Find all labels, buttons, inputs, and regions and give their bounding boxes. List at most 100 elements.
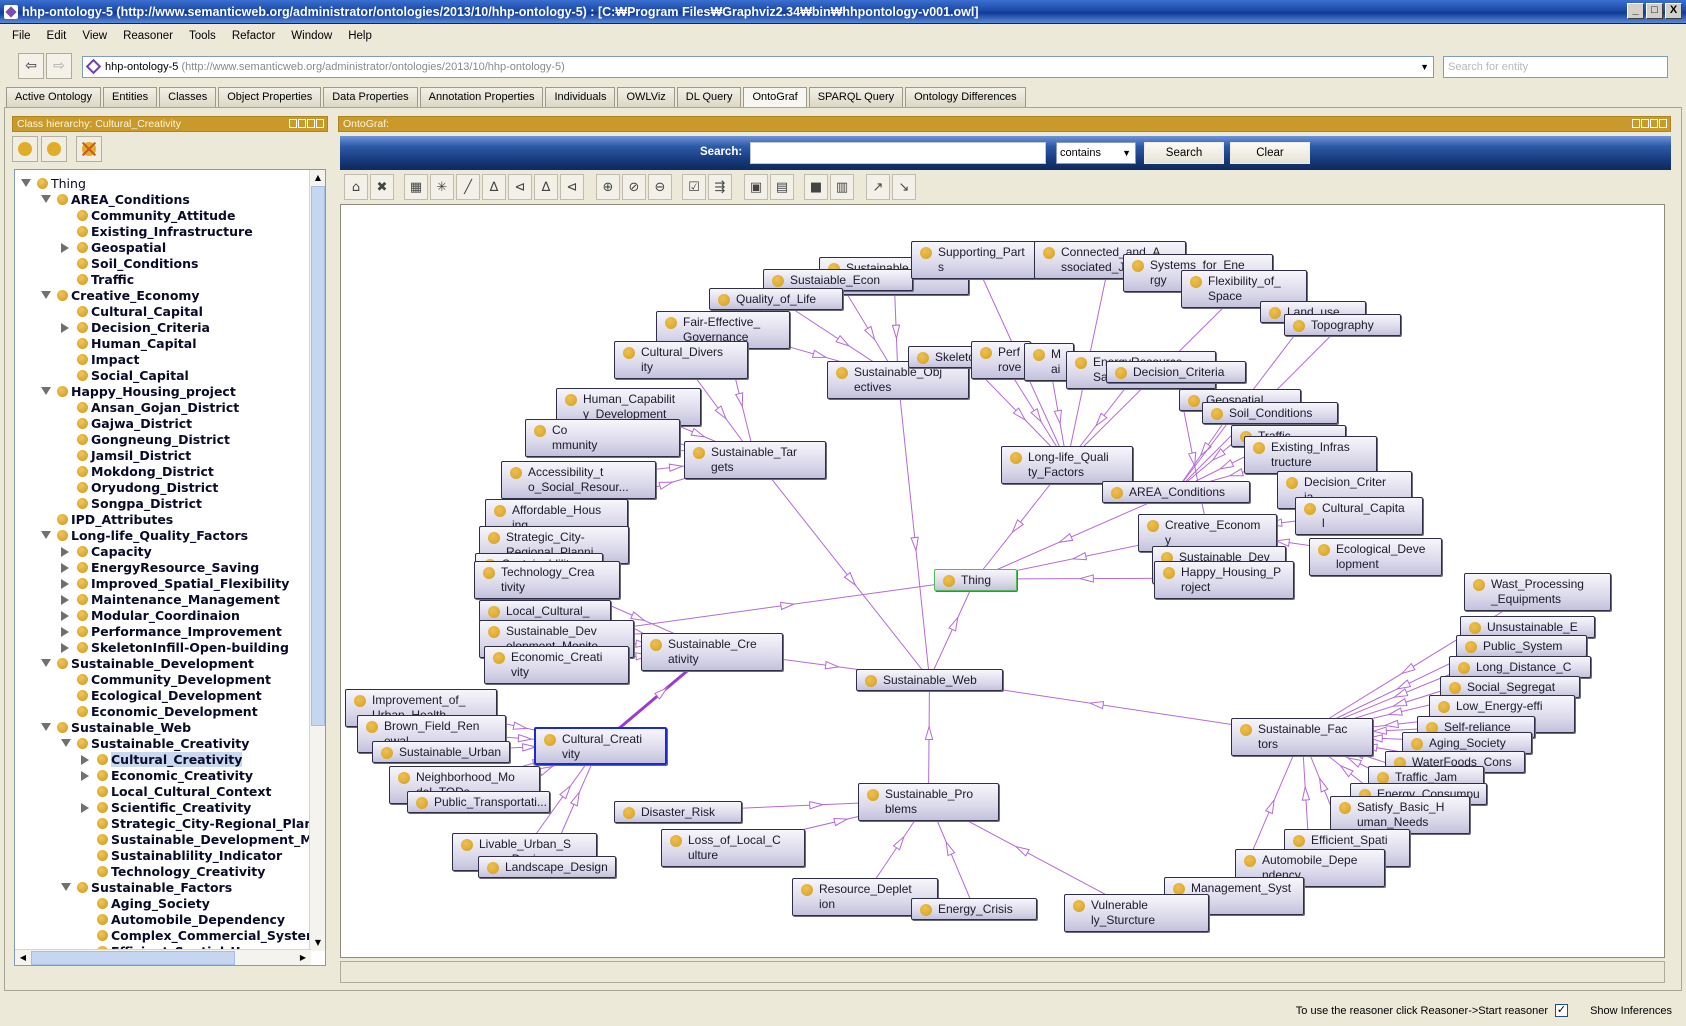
expanded-triangle-icon[interactable] bbox=[41, 195, 51, 203]
panel-minimize-icon[interactable] bbox=[298, 119, 306, 128]
tree-item[interactable]: Cultural_Creativity bbox=[81, 752, 243, 768]
tree-item[interactable]: Aging_Society bbox=[97, 896, 210, 912]
tree-item[interactable]: Sustainable_Development bbox=[41, 656, 254, 672]
collapsed-triangle-icon[interactable] bbox=[61, 595, 69, 605]
horizontal-directed-layout-button[interactable]: ⊲ bbox=[560, 174, 584, 200]
tree-item[interactable]: Ecological_Development bbox=[77, 688, 262, 704]
collapsed-triangle-icon[interactable] bbox=[61, 243, 69, 253]
tree-item[interactable]: Gajwa_District bbox=[77, 416, 192, 432]
graph-node[interactable]: Energy_Crisis bbox=[911, 898, 1037, 920]
graph-node[interactable]: Cultural_Capita l bbox=[1295, 497, 1423, 535]
zoom-in-button[interactable]: ⊕ bbox=[596, 174, 620, 200]
export-button[interactable]: ↗ bbox=[866, 174, 890, 200]
tree-item[interactable]: Soil_Conditions bbox=[77, 256, 199, 272]
graph-node[interactable]: Sustainable_Urban bbox=[372, 741, 510, 763]
graph-node[interactable]: Decision_Criteria bbox=[1106, 361, 1246, 383]
scroll-up-icon[interactable]: ▲ bbox=[310, 170, 325, 186]
tab-owlviz[interactable]: OWLViz bbox=[617, 87, 675, 107]
graph-node[interactable]: Loss_of_Local_C ulture bbox=[661, 829, 805, 867]
tree-horizontal-scrollbar[interactable]: ◀ ▶ bbox=[15, 949, 311, 965]
collapsed-triangle-icon[interactable] bbox=[61, 547, 69, 557]
tree-item[interactable]: Sustainable_Web bbox=[41, 720, 191, 736]
tab-active-ontology[interactable]: Active Ontology bbox=[6, 87, 102, 107]
tree-item[interactable]: Mokdong_District bbox=[77, 464, 214, 480]
tree-item[interactable]: Community_Attitude bbox=[77, 208, 235, 224]
grid-layout-button[interactable]: ▦ bbox=[404, 174, 428, 200]
expanded-triangle-icon[interactable] bbox=[41, 387, 51, 395]
tab-object-properties[interactable]: Object Properties bbox=[218, 87, 322, 107]
match-mode-select[interactable]: contains ▼ bbox=[1056, 142, 1136, 164]
tree-item[interactable]: Decision_Criteria bbox=[61, 320, 210, 336]
tree-item[interactable]: Economic_Development bbox=[77, 704, 258, 720]
tree-item[interactable]: Jamsil_District bbox=[77, 448, 191, 464]
search-button[interactable]: Search bbox=[1144, 142, 1224, 164]
tree-item[interactable]: Cultural_Capital bbox=[77, 304, 203, 320]
tree-item[interactable]: Economic_Creativity bbox=[81, 768, 253, 784]
remove-node-button[interactable]: ✖ bbox=[370, 174, 394, 200]
collapsed-triangle-icon[interactable] bbox=[81, 771, 89, 781]
graph-node[interactable]: Supporting_Part s bbox=[911, 241, 1036, 279]
tree-item[interactable]: Improved_Spatial_Flexibility bbox=[61, 576, 289, 592]
close-button[interactable]: X bbox=[1665, 3, 1682, 19]
expanded-triangle-icon[interactable] bbox=[21, 179, 31, 187]
graph-node[interactable]: Existing_Infras tructure bbox=[1244, 436, 1377, 474]
tree-item[interactable]: Thing bbox=[21, 176, 86, 192]
menu-refactor[interactable]: Refactor bbox=[226, 30, 285, 42]
collapsed-triangle-icon[interactable] bbox=[81, 755, 89, 765]
tree-item[interactable]: Geospatial bbox=[61, 240, 166, 256]
tree-item[interactable]: Ansan_Gojan_District bbox=[77, 400, 239, 416]
zoom-out-button[interactable]: ⊖ bbox=[648, 174, 672, 200]
chevron-down-icon[interactable]: ▼ bbox=[1420, 57, 1429, 77]
save-button[interactable]: ■ bbox=[804, 174, 828, 200]
back-button[interactable]: ⇦ bbox=[18, 53, 44, 79]
graph-node[interactable]: Sustainable_Cre ativity bbox=[641, 633, 783, 671]
graph-node[interactable]: Sustainable_Fac tors bbox=[1231, 718, 1373, 756]
scroll-down-icon[interactable]: ▼ bbox=[310, 935, 325, 951]
tree-item[interactable]: IPD_Attributes bbox=[57, 512, 173, 528]
tree-item[interactable]: Technology_Creativity bbox=[97, 864, 265, 880]
collapsed-triangle-icon[interactable] bbox=[81, 803, 89, 813]
tab-sparql-query[interactable]: SPARQL Query bbox=[808, 87, 904, 107]
panel-float-icon[interactable] bbox=[1632, 119, 1640, 128]
menu-reasoner[interactable]: Reasoner bbox=[117, 30, 183, 42]
tree-item[interactable]: SkeletonInfill-Open-building bbox=[61, 640, 289, 656]
collapsed-triangle-icon[interactable] bbox=[61, 611, 69, 621]
tree-item[interactable]: Creative_Economy bbox=[41, 288, 200, 304]
add-sibling-button[interactable] bbox=[41, 136, 67, 162]
panel-close-icon[interactable] bbox=[316, 119, 324, 128]
graph-node[interactable]: Sustainable_Web bbox=[856, 669, 1003, 691]
graph-node[interactable]: Accessibility_t o_Social_Resour... bbox=[501, 461, 656, 499]
spring-layout-button[interactable]: ╱ bbox=[456, 174, 480, 200]
collapsed-triangle-icon[interactable] bbox=[61, 323, 69, 333]
tree-item[interactable]: Local_Cultural_Context bbox=[97, 784, 271, 800]
scroll-right-icon[interactable]: ▶ bbox=[295, 950, 311, 965]
graph-node[interactable]: Sustainable_Tar gets bbox=[684, 441, 826, 479]
tree-item[interactable]: Complex_Commercial_System bbox=[97, 928, 319, 944]
tree-vertical-scrollbar[interactable]: ▲ ▼ bbox=[309, 170, 325, 951]
graph-node[interactable]: Topography bbox=[1284, 314, 1401, 336]
camera-button[interactable]: ▣ bbox=[744, 174, 768, 200]
radial-layout-button[interactable]: ✳ bbox=[430, 174, 454, 200]
active-ontology-selector[interactable]: hhp-ontology-5 (http://www.semanticweb.o… bbox=[82, 56, 1434, 78]
tree-item[interactable]: Scientific_Creativity bbox=[81, 800, 251, 816]
menu-view[interactable]: View bbox=[76, 30, 117, 42]
tree-item[interactable]: Long-life_Quality_Factors bbox=[41, 528, 248, 544]
menu-help[interactable]: Help bbox=[342, 30, 382, 42]
expanded-triangle-icon[interactable] bbox=[61, 883, 71, 891]
graph-node[interactable]: Ecological_Deve lopment bbox=[1309, 538, 1442, 576]
tab-classes[interactable]: Classes bbox=[159, 87, 217, 107]
graph-node[interactable]: Thing bbox=[934, 569, 1017, 591]
graph-node[interactable]: Long-life_Quali ty_Factors bbox=[1001, 446, 1133, 484]
expanded-triangle-icon[interactable] bbox=[41, 659, 51, 667]
graph-node[interactable]: Long_Distance_C bbox=[1449, 656, 1591, 678]
tree-item[interactable]: Traffic bbox=[77, 272, 134, 288]
graph-node[interactable]: Happy_Housing_P roject bbox=[1154, 561, 1294, 599]
collapsed-triangle-icon[interactable] bbox=[61, 627, 69, 637]
panel-maximize-icon[interactable] bbox=[307, 119, 315, 128]
tree-item[interactable]: Capacity bbox=[61, 544, 152, 560]
collapsed-triangle-icon[interactable] bbox=[61, 643, 69, 653]
panel-close-icon[interactable] bbox=[1659, 119, 1667, 128]
expanded-triangle-icon[interactable] bbox=[41, 291, 51, 299]
graph-node[interactable]: Public_Transportati... bbox=[407, 791, 550, 813]
graph-node[interactable]: Wast_Processing _Equipments bbox=[1464, 573, 1611, 611]
